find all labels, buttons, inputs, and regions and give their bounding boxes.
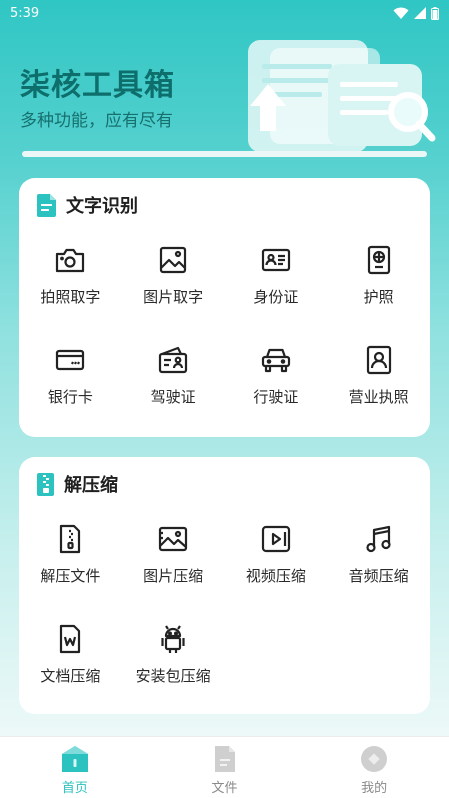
tool-apk-compress[interactable]: 安装包压缩 (122, 617, 225, 697)
nav-home[interactable]: 首页 (0, 737, 150, 798)
tool-bank-card[interactable]: 银行卡 (19, 338, 122, 418)
section-text-recognition: 文字识别 拍照取字 图片取字 身份证 护照 银行卡 驾驶证 行驶证 营业执照 (19, 178, 430, 437)
file-icon (214, 746, 235, 772)
passport-icon (367, 245, 390, 275)
section-compression: 解压缩 解压文件 图片压缩 视频压缩 音频压缩 文档压缩 安装包压缩 (19, 457, 430, 714)
tool-image-ocr[interactable]: 图片取字 (122, 238, 225, 318)
tool-document-compress[interactable]: 文档压缩 (19, 617, 122, 697)
tool-driver-license[interactable]: 驾驶证 (122, 338, 225, 418)
bank-card-icon (56, 349, 85, 371)
image-icon (160, 246, 187, 274)
nav-profile[interactable]: 我的 (299, 737, 449, 798)
driver-license-icon (159, 346, 188, 374)
tool-unzip-file[interactable]: 解压文件 (19, 517, 122, 597)
section-header: 解压缩 (37, 471, 118, 497)
tool-image-compress[interactable]: 图片压缩 (122, 517, 225, 597)
app-subtitle: 多种功能，应有尽有 (20, 111, 173, 131)
music-icon (366, 525, 391, 553)
camera-icon (56, 248, 85, 273)
status-time: 5:39 (10, 5, 40, 21)
hero-divider (22, 151, 427, 157)
section-header: 文字识别 (37, 192, 138, 218)
tool-grid: 拍照取字 图片取字 身份证 护照 银行卡 驾驶证 行驶证 营业执照 (19, 238, 430, 418)
app-title: 柒核工具箱 (20, 68, 175, 103)
id-card-icon (261, 248, 290, 272)
status-bar: 5:39 (0, 0, 449, 26)
wifi-icon (393, 7, 409, 19)
tool-id-card[interactable]: 身份证 (225, 238, 328, 318)
status-icons (393, 6, 439, 20)
hero-banner: 柒核工具箱 多种功能，应有尽有 (0, 26, 449, 166)
signal-icon (414, 7, 426, 19)
tool-photo-ocr[interactable]: 拍照取字 (19, 238, 122, 318)
documents-illustration-icon (248, 40, 436, 152)
tool-vehicle-license[interactable]: 行驶证 (225, 338, 328, 418)
zip-file-icon (60, 524, 81, 554)
home-icon (61, 746, 88, 772)
video-icon (261, 525, 290, 553)
tool-business-license[interactable]: 营业执照 (327, 338, 430, 418)
business-license-icon (366, 345, 391, 375)
image-compress-icon (159, 526, 188, 552)
tool-audio-compress[interactable]: 音频压缩 (327, 517, 430, 597)
android-icon (161, 625, 185, 653)
word-doc-icon (60, 624, 81, 654)
tool-passport[interactable]: 护照 (327, 238, 430, 318)
car-icon (261, 348, 290, 373)
bottom-navigation: 首页 文件 我的 (0, 736, 449, 798)
section-title: 解压缩 (64, 475, 118, 496)
tool-grid: 解压文件 图片压缩 视频压缩 音频压缩 文档压缩 安装包压缩 (19, 517, 430, 697)
nav-files[interactable]: 文件 (150, 737, 300, 798)
zip-archive-icon (37, 472, 54, 496)
tool-video-compress[interactable]: 视频压缩 (225, 517, 328, 597)
section-title: 文字识别 (66, 196, 138, 217)
battery-icon (431, 6, 439, 20)
document-icon (37, 193, 56, 217)
profile-icon (361, 746, 388, 772)
